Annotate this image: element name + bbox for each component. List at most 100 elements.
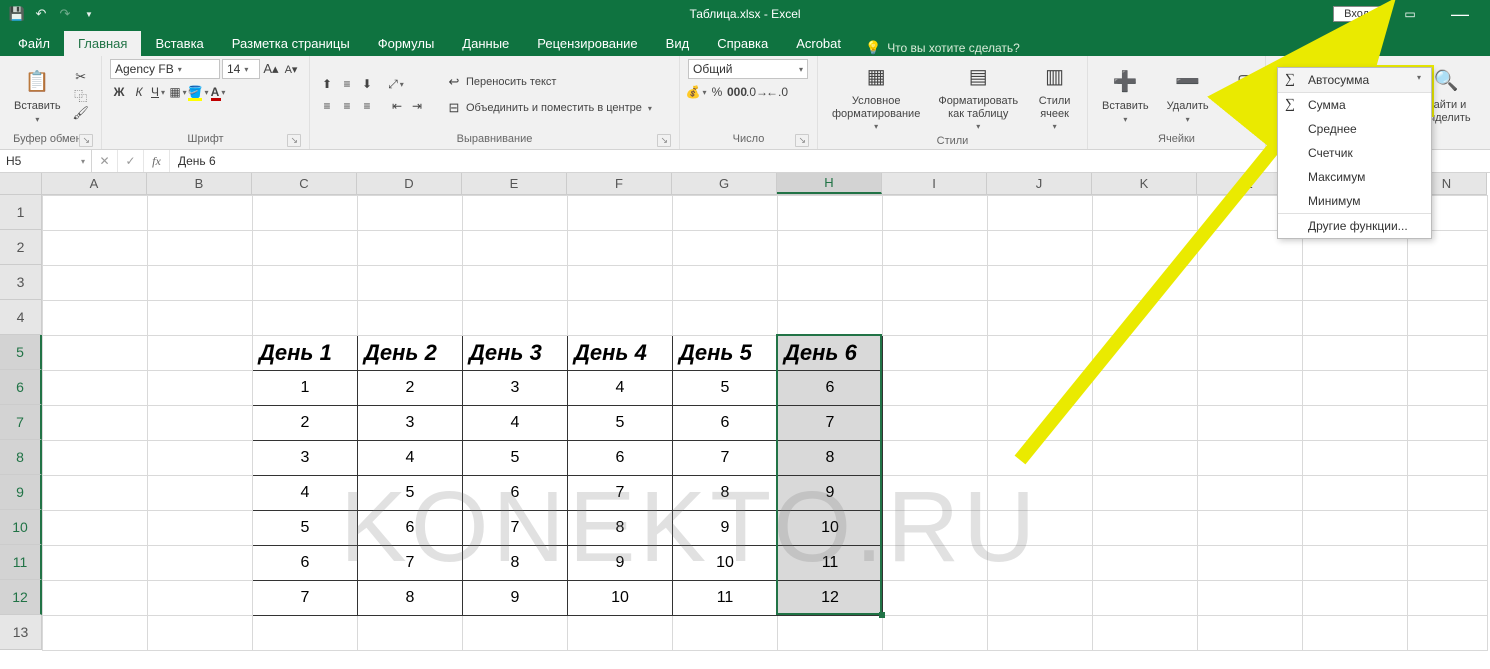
autosum-item-count[interactable]: Счетчик <box>1278 141 1431 165</box>
dialog-launcher-icon[interactable]: ↘ <box>79 134 93 147</box>
cell[interactable] <box>1303 301 1408 336</box>
save-icon[interactable]: 💾 <box>6 3 28 25</box>
cell[interactable] <box>568 266 673 301</box>
cell[interactable] <box>1408 511 1488 546</box>
cell[interactable] <box>463 266 568 301</box>
cell[interactable] <box>463 301 568 336</box>
column-header[interactable]: B <box>147 173 252 194</box>
accept-formula-icon[interactable]: ✓ <box>118 150 144 172</box>
cell[interactable] <box>988 441 1093 476</box>
cell[interactable]: 5 <box>253 511 358 546</box>
dialog-launcher-icon[interactable]: ↘ <box>287 134 301 147</box>
format-painter-icon[interactable]: 🖌 <box>73 105 89 121</box>
fill-handle[interactable] <box>879 612 885 618</box>
cell[interactable] <box>43 371 148 406</box>
row-header[interactable]: 11 <box>0 545 42 580</box>
cell[interactable] <box>43 336 148 371</box>
row-header[interactable]: 7 <box>0 405 42 440</box>
delete-cells-button[interactable]: ➖Удалить▾ <box>1161 64 1215 126</box>
cell[interactable] <box>883 231 988 266</box>
cell[interactable] <box>1303 616 1408 651</box>
tab-formulas[interactable]: Формулы <box>364 31 449 56</box>
cell[interactable]: 7 <box>673 441 778 476</box>
orientation-icon[interactable]: ⤢▾ <box>388 75 406 93</box>
cell[interactable] <box>1093 546 1198 581</box>
cell[interactable]: 2 <box>358 371 463 406</box>
cell[interactable] <box>778 616 883 651</box>
cell[interactable] <box>1198 511 1303 546</box>
cell[interactable] <box>1198 441 1303 476</box>
cell[interactable] <box>1093 196 1198 231</box>
cell[interactable] <box>43 196 148 231</box>
ribbon-display-icon[interactable]: ▭ <box>1390 0 1430 28</box>
cell[interactable]: 7 <box>253 581 358 616</box>
cell[interactable] <box>1408 616 1488 651</box>
cell[interactable] <box>148 336 253 371</box>
autosum-item-min[interactable]: Минимум <box>1278 189 1431 213</box>
format-cells-button[interactable]: ▢Формат▾ <box>1221 64 1272 126</box>
column-header[interactable]: I <box>882 173 987 194</box>
cell[interactable] <box>778 266 883 301</box>
tab-data[interactable]: Данные <box>448 31 523 56</box>
cell[interactable]: 7 <box>358 546 463 581</box>
cell[interactable] <box>883 406 988 441</box>
tab-review[interactable]: Рецензирование <box>523 31 651 56</box>
cell[interactable] <box>883 546 988 581</box>
cell[interactable]: 4 <box>253 476 358 511</box>
cell[interactable] <box>43 231 148 266</box>
cell[interactable] <box>463 196 568 231</box>
cell[interactable] <box>988 196 1093 231</box>
cell[interactable] <box>568 616 673 651</box>
cell[interactable]: 6 <box>358 511 463 546</box>
cell[interactable]: 3 <box>358 406 463 441</box>
increase-indent-icon[interactable]: ⇥ <box>408 97 426 115</box>
cell[interactable]: 8 <box>568 511 673 546</box>
column-header[interactable]: K <box>1092 173 1197 194</box>
cell[interactable]: День 2 <box>358 336 463 371</box>
cell[interactable] <box>43 616 148 651</box>
autosum-item-max[interactable]: Максимум <box>1278 165 1431 189</box>
cell[interactable]: 6 <box>568 441 673 476</box>
tab-insert[interactable]: Вставка <box>141 31 217 56</box>
cell[interactable]: 9 <box>673 511 778 546</box>
cell[interactable] <box>253 266 358 301</box>
cell[interactable]: День 5 <box>673 336 778 371</box>
cell[interactable] <box>148 441 253 476</box>
cell[interactable] <box>1198 336 1303 371</box>
cell[interactable] <box>148 511 253 546</box>
cell[interactable]: 10 <box>568 581 673 616</box>
cell[interactable] <box>988 266 1093 301</box>
align-right-icon[interactable]: ≡ <box>358 97 376 115</box>
fill-color-button[interactable]: 🪣▾ <box>190 83 208 101</box>
redo-icon[interactable]: ↷ <box>54 3 76 25</box>
cell[interactable] <box>673 266 778 301</box>
autosum-item-more[interactable]: Другие функции... <box>1278 213 1431 238</box>
cell[interactable] <box>883 266 988 301</box>
cell[interactable] <box>883 616 988 651</box>
cell[interactable]: 10 <box>778 511 883 546</box>
cell[interactable] <box>43 546 148 581</box>
cell[interactable] <box>1093 231 1198 266</box>
decrease-font-icon[interactable]: A▾ <box>282 60 300 78</box>
row-header[interactable]: 9 <box>0 475 42 510</box>
wrap-text-button[interactable]: ↩Переносить текст <box>442 71 658 93</box>
cell[interactable]: День 4 <box>568 336 673 371</box>
increase-font-icon[interactable]: A▴ <box>262 60 280 78</box>
cell[interactable]: 9 <box>568 546 673 581</box>
select-all-corner[interactable] <box>0 173 42 195</box>
tab-help[interactable]: Справка <box>703 31 782 56</box>
cell[interactable] <box>148 476 253 511</box>
cell[interactable] <box>1408 371 1488 406</box>
cell[interactable]: 9 <box>463 581 568 616</box>
column-header[interactable]: H <box>777 173 882 194</box>
tell-me-search[interactable]: 💡 Что вы хотите сделать? <box>855 40 1030 56</box>
cell[interactable] <box>988 336 1093 371</box>
cell[interactable] <box>1408 441 1488 476</box>
cell[interactable] <box>253 616 358 651</box>
cell[interactable] <box>148 546 253 581</box>
font-color-button[interactable]: A▾ <box>210 83 228 101</box>
cell[interactable]: 4 <box>358 441 463 476</box>
formula-value[interactable]: День 6 <box>170 154 224 168</box>
cell[interactable] <box>778 231 883 266</box>
cell[interactable]: 8 <box>778 441 883 476</box>
